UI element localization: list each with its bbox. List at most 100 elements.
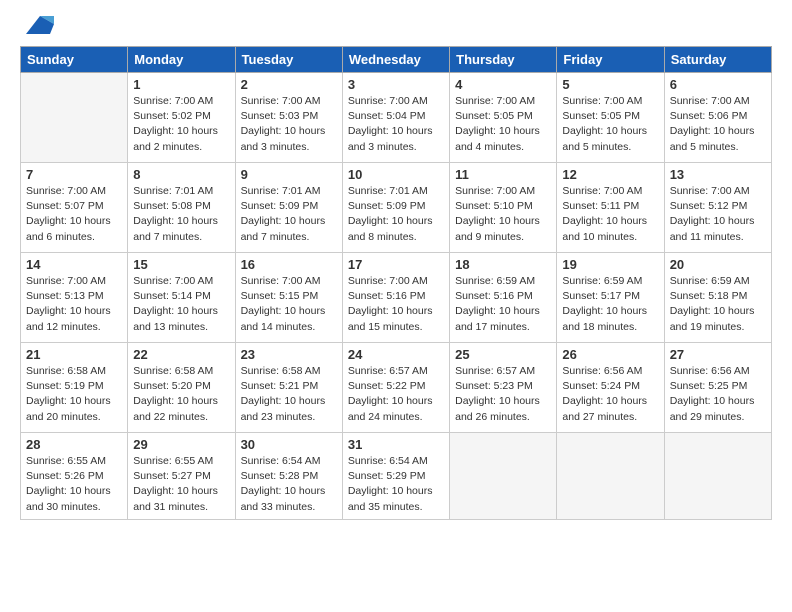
day-number: 14 [26, 257, 122, 272]
day-info: Sunrise: 6:56 AMSunset: 5:24 PMDaylight:… [562, 364, 658, 425]
day-info: Sunrise: 6:58 AMSunset: 5:19 PMDaylight:… [26, 364, 122, 425]
day-number: 16 [241, 257, 337, 272]
calendar-day-cell: 4 Sunrise: 7:00 AMSunset: 5:05 PMDaylight… [450, 73, 557, 163]
calendar-col-header: Tuesday [235, 47, 342, 73]
calendar-table: SundayMondayTuesdayWednesdayThursdayFrid… [20, 46, 772, 520]
logo-icon [22, 14, 54, 36]
calendar-day-cell: 9 Sunrise: 7:01 AMSunset: 5:09 PMDaylight… [235, 163, 342, 253]
calendar-day-cell [450, 433, 557, 520]
day-info: Sunrise: 7:00 AMSunset: 5:05 PMDaylight:… [562, 94, 658, 155]
day-number: 21 [26, 347, 122, 362]
calendar-day-cell: 16Sunrise: 7:00 AMSunset: 5:15 PMDayligh… [235, 253, 342, 343]
calendar-day-cell: 25 Sunrise: 6:57 AMSunset: 5:23 PMDayligh… [450, 343, 557, 433]
calendar-day-cell: 20Sunrise: 6:59 AMSunset: 5:18 PMDayligh… [664, 253, 771, 343]
calendar-col-header: Sunday [21, 47, 128, 73]
day-number: 25 [455, 347, 551, 362]
day-info: Sunrise: 6:57 AMSunset: 5:23 PMDaylight:… [455, 364, 551, 425]
calendar-week-row: 14 Sunrise: 7:00 AMSunset: 5:13 PMDayligh… [21, 253, 772, 343]
calendar-day-cell [664, 433, 771, 520]
day-number: 9 [241, 167, 337, 182]
day-info: Sunrise: 7:00 AMSunset: 5:05 PMDaylight:… [455, 94, 551, 155]
day-info: Sunrise: 7:00 AMSunset: 5:04 PMDaylight:… [348, 94, 444, 155]
day-info: Sunrise: 7:00 AMSunset: 5:13 PMDaylight:… [26, 274, 122, 335]
day-number: 5 [562, 77, 658, 92]
calendar-day-cell [557, 433, 664, 520]
calendar-day-cell: 15 Sunrise: 7:00 AMSunset: 5:14 PMDayligh… [128, 253, 235, 343]
day-number: 29 [133, 437, 229, 452]
day-number: 27 [670, 347, 766, 362]
calendar-day-cell: 13 Sunrise: 7:00 AMSunset: 5:12 PMDayligh… [664, 163, 771, 253]
day-number: 22 [133, 347, 229, 362]
calendar-day-cell: 14 Sunrise: 7:00 AMSunset: 5:13 PMDayligh… [21, 253, 128, 343]
calendar-day-cell: 8Sunrise: 7:01 AMSunset: 5:08 PMDaylight… [128, 163, 235, 253]
calendar-day-cell [21, 73, 128, 163]
day-info: Sunrise: 7:01 AMSunset: 5:09 PMDaylight:… [241, 184, 337, 245]
day-number: 11 [455, 167, 551, 182]
day-number: 31 [348, 437, 444, 452]
calendar-day-cell: 30Sunrise: 6:54 AMSunset: 5:28 PMDayligh… [235, 433, 342, 520]
calendar-week-row: 21 Sunrise: 6:58 AMSunset: 5:19 PMDayligh… [21, 343, 772, 433]
day-info: Sunrise: 7:00 AMSunset: 5:07 PMDaylight:… [26, 184, 122, 245]
day-info: Sunrise: 7:00 AMSunset: 5:03 PMDaylight:… [241, 94, 337, 155]
day-info: Sunrise: 7:00 AMSunset: 5:02 PMDaylight:… [133, 94, 229, 155]
calendar-day-cell: 28 Sunrise: 6:55 AMSunset: 5:26 PMDayligh… [21, 433, 128, 520]
calendar-day-cell: 12Sunrise: 7:00 AMSunset: 5:11 PMDayligh… [557, 163, 664, 253]
day-number: 17 [348, 257, 444, 272]
day-number: 6 [670, 77, 766, 92]
day-info: Sunrise: 7:01 AMSunset: 5:08 PMDaylight:… [133, 184, 229, 245]
day-number: 10 [348, 167, 444, 182]
calendar-day-cell: 3 Sunrise: 7:00 AMSunset: 5:04 PMDaylight… [342, 73, 449, 163]
day-number: 3 [348, 77, 444, 92]
calendar-col-header: Monday [128, 47, 235, 73]
calendar-day-cell: 2 Sunrise: 7:00 AMSunset: 5:03 PMDaylight… [235, 73, 342, 163]
day-number: 19 [562, 257, 658, 272]
day-info: Sunrise: 6:56 AMSunset: 5:25 PMDaylight:… [670, 364, 766, 425]
day-info: Sunrise: 6:55 AMSunset: 5:27 PMDaylight:… [133, 454, 229, 515]
day-info: Sunrise: 7:00 AMSunset: 5:12 PMDaylight:… [670, 184, 766, 245]
day-number: 26 [562, 347, 658, 362]
calendar-week-row: 7 Sunrise: 7:00 AMSunset: 5:07 PMDaylight… [21, 163, 772, 253]
day-number: 24 [348, 347, 444, 362]
calendar-week-row: 28 Sunrise: 6:55 AMSunset: 5:26 PMDayligh… [21, 433, 772, 520]
day-info: Sunrise: 6:55 AMSunset: 5:26 PMDaylight:… [26, 454, 122, 515]
calendar-day-cell: 29 Sunrise: 6:55 AMSunset: 5:27 PMDayligh… [128, 433, 235, 520]
day-info: Sunrise: 6:58 AMSunset: 5:20 PMDaylight:… [133, 364, 229, 425]
calendar-col-header: Thursday [450, 47, 557, 73]
day-info: Sunrise: 6:59 AMSunset: 5:16 PMDaylight:… [455, 274, 551, 335]
calendar-day-cell: 26 Sunrise: 6:56 AMSunset: 5:24 PMDayligh… [557, 343, 664, 433]
day-number: 12 [562, 167, 658, 182]
calendar-col-header: Wednesday [342, 47, 449, 73]
day-info: Sunrise: 6:54 AMSunset: 5:29 PMDaylight:… [348, 454, 444, 515]
calendar-day-cell: 1Sunrise: 7:00 AMSunset: 5:02 PMDaylight… [128, 73, 235, 163]
calendar-col-header: Saturday [664, 47, 771, 73]
day-number: 13 [670, 167, 766, 182]
day-number: 23 [241, 347, 337, 362]
day-number: 7 [26, 167, 122, 182]
day-number: 18 [455, 257, 551, 272]
page: SundayMondayTuesdayWednesdayThursdayFrid… [0, 0, 792, 612]
day-info: Sunrise: 6:57 AMSunset: 5:22 PMDaylight:… [348, 364, 444, 425]
calendar-day-cell: 11Sunrise: 7:00 AMSunset: 5:10 PMDayligh… [450, 163, 557, 253]
calendar-day-cell: 24 Sunrise: 6:57 AMSunset: 5:22 PMDayligh… [342, 343, 449, 433]
day-info: Sunrise: 7:00 AMSunset: 5:06 PMDaylight:… [670, 94, 766, 155]
calendar-week-row: 1Sunrise: 7:00 AMSunset: 5:02 PMDaylight… [21, 73, 772, 163]
logo [20, 20, 54, 36]
day-number: 2 [241, 77, 337, 92]
day-info: Sunrise: 6:59 AMSunset: 5:17 PMDaylight:… [562, 274, 658, 335]
calendar-day-cell: 10Sunrise: 7:01 AMSunset: 5:09 PMDayligh… [342, 163, 449, 253]
calendar-day-cell: 7 Sunrise: 7:00 AMSunset: 5:07 PMDaylight… [21, 163, 128, 253]
calendar-day-cell: 19 Sunrise: 6:59 AMSunset: 5:17 PMDayligh… [557, 253, 664, 343]
day-info: Sunrise: 6:58 AMSunset: 5:21 PMDaylight:… [241, 364, 337, 425]
day-number: 28 [26, 437, 122, 452]
calendar-day-cell: 27 Sunrise: 6:56 AMSunset: 5:25 PMDayligh… [664, 343, 771, 433]
calendar-day-cell: 22 Sunrise: 6:58 AMSunset: 5:20 PMDayligh… [128, 343, 235, 433]
calendar-day-cell: 17Sunrise: 7:00 AMSunset: 5:16 PMDayligh… [342, 253, 449, 343]
day-number: 30 [241, 437, 337, 452]
day-info: Sunrise: 6:59 AMSunset: 5:18 PMDaylight:… [670, 274, 766, 335]
calendar-day-cell: 5 Sunrise: 7:00 AMSunset: 5:05 PMDaylight… [557, 73, 664, 163]
calendar-day-cell: 31 Sunrise: 6:54 AMSunset: 5:29 PMDayligh… [342, 433, 449, 520]
day-info: Sunrise: 7:00 AMSunset: 5:14 PMDaylight:… [133, 274, 229, 335]
day-number: 15 [133, 257, 229, 272]
calendar-col-header: Friday [557, 47, 664, 73]
day-number: 4 [455, 77, 551, 92]
